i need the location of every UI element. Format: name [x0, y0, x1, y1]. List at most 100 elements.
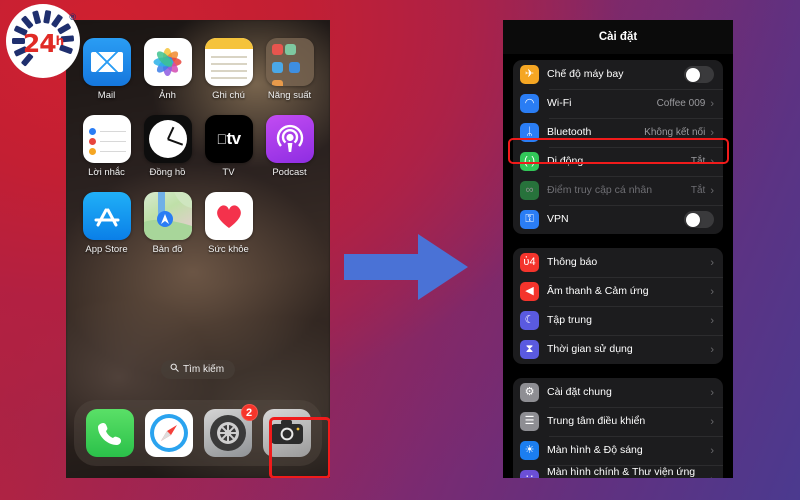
settings-group: ⚙ Cài đặt chung › ☰ Trung tâm điều khiển › ☀ Mà…	[513, 378, 723, 478]
settings-row-vpn[interactable]: ⚿ VPN	[513, 205, 723, 234]
settings-row-label: Trung tâm điều khiển	[547, 414, 646, 427]
chevron-right-icon: ›	[710, 285, 714, 298]
settings-row-label: Cài đặt chung	[547, 385, 612, 398]
dock-item-phone[interactable]	[85, 409, 134, 457]
app-health[interactable]: Sức khỏe	[198, 192, 259, 255]
app-maps[interactable]: Bản đồ	[137, 192, 198, 255]
notes-icon	[204, 38, 253, 86]
logo-text: 24h	[22, 29, 64, 58]
airplane-icon: ✈	[520, 65, 539, 84]
logo-tick	[43, 9, 52, 24]
appstore-icon	[82, 192, 131, 240]
settings-row-label: Thông báo	[547, 255, 598, 268]
home-screen-icon: ∷	[520, 470, 539, 478]
chevron-right-icon: ›	[710, 343, 714, 356]
settings-row-hourglass[interactable]: ⧗ Thời gian sử dụng ›	[513, 335, 723, 364]
settings-row-wifi[interactable]: ◠ Wi-Fi Coffee 009 ›	[513, 89, 723, 118]
gear-icon: ⚙	[520, 383, 539, 402]
chevron-right-icon: ›	[710, 256, 714, 269]
chevron-right-icon: ›	[710, 444, 714, 457]
settings-app-screen: Cài đặt ✈ Chế độ máy bay ◠ Wi-Fi Coffee 009 ›…	[503, 20, 733, 478]
settings-row-label: Thời gian sử dụng	[547, 342, 633, 355]
chevron-right-icon: ›	[710, 474, 714, 479]
chevron-right-icon: ›	[710, 415, 714, 428]
iphone-home-screen: Mail Ảnh Ghi chú Năng suất Lời nhắc Đồng…	[66, 20, 330, 478]
settings-row-label: Chế độ máy bay	[547, 67, 624, 80]
maps-icon	[143, 192, 192, 240]
settings-group: ὑ4 Thông báo › ◀ Âm thanh & Cảm ứng › ☾ Tập tru…	[513, 248, 723, 364]
settings-row-brightness[interactable]: ☀ Màn hình & Độ sáng ›	[513, 436, 723, 465]
app-label: Ghi chú	[212, 90, 245, 101]
settings-row-home-screen[interactable]: ∷ Màn hình chính & Thư viện ứng dụng ›	[513, 465, 723, 478]
settings-row-airplane[interactable]: ✈ Chế độ máy bay	[513, 60, 723, 89]
dock-item-safari[interactable]	[144, 409, 193, 457]
app-label: Lời nhắc	[88, 167, 125, 178]
page-title: Cài đặt	[598, 31, 638, 43]
app-reminders[interactable]: Lời nhắc	[76, 115, 137, 178]
wifi-icon: ◠	[520, 94, 539, 113]
vpn-icon: ⚿	[520, 210, 539, 229]
hourglass-icon: ⧗	[520, 340, 539, 359]
registered-mark: ®	[69, 12, 76, 22]
settings-row-moon[interactable]: ☾ Tập trung ›	[513, 306, 723, 335]
cellular-row-highlight-box	[508, 138, 729, 164]
chevron-right-icon: ›	[710, 314, 714, 327]
speaker-icon: ◀	[520, 282, 539, 301]
settings-row-hotspot[interactable]: ∞ Điểm truy cập cá nhân Tắt ›	[513, 176, 723, 205]
right-arrow-icon	[344, 232, 470, 307]
mail-icon	[82, 38, 131, 86]
app-label: Năng suất	[267, 90, 312, 101]
app-podcast[interactable]: Podcast	[259, 115, 320, 178]
bell-icon: ὑ4	[520, 253, 539, 272]
app-notes[interactable]: Ghi chú	[198, 38, 259, 101]
settings-row-label: Âm thanh & Cảm ứng	[547, 284, 649, 297]
photos-icon	[143, 38, 192, 86]
settings-row-label: Màn hình & Độ sáng	[547, 443, 643, 456]
app-label: Ảnh	[159, 90, 176, 101]
chevron-right-icon: ›	[710, 386, 714, 399]
settings-row-label: Tập trung	[547, 313, 592, 326]
chevron-right-icon: ›	[710, 126, 714, 139]
app-label: Đồng hồ	[149, 167, 186, 178]
settings-row-label: VPN	[547, 212, 569, 225]
screenshot-root: 24h ® Mail Ảnh Ghi chú Năng suất Lời nhắ…	[0, 0, 800, 500]
dock-item-settings[interactable]: 2	[203, 404, 258, 457]
settings-row-speaker[interactable]: ◀ Âm thanh & Cảm ứng ›	[513, 277, 723, 306]
settings-app-highlight-box	[269, 417, 330, 478]
app-label: App Store	[85, 244, 128, 255]
settings-row-value: Tắt	[690, 185, 706, 196]
app-mail[interactable]: Mail	[76, 38, 137, 101]
settings-row-label: Wi-Fi	[547, 96, 572, 109]
search-pill[interactable]: Tìm kiếm	[160, 360, 236, 379]
app-tv[interactable]: tv TV	[198, 115, 259, 178]
settings-row-label: Màn hình chính & Thư viện ứng dụng	[547, 466, 696, 478]
hotspot-icon: ∞	[520, 181, 539, 200]
notification-badge: 2	[240, 404, 258, 421]
settings-row-value: Coffee 009	[656, 98, 706, 109]
app-label: TV	[222, 167, 235, 178]
search-label: Tìm kiếm	[182, 363, 225, 375]
app-folder-productivity[interactable]: Năng suất	[259, 38, 320, 101]
settings-row-gear[interactable]: ⚙ Cài đặt chung ›	[513, 378, 723, 407]
app-appstore[interactable]: App Store	[76, 192, 137, 255]
settings-row-control-center[interactable]: ☰ Trung tâm điều khiển ›	[513, 407, 723, 436]
app-photos[interactable]: Ảnh	[137, 38, 198, 101]
clock-icon	[143, 115, 192, 163]
settings-row-toggle[interactable]	[684, 66, 714, 83]
logo-tick	[20, 15, 34, 30]
settings-row-label: Điểm truy cập cá nhân	[547, 183, 653, 196]
app-slot-empty	[259, 192, 320, 255]
tv-icon: tv	[204, 115, 253, 163]
settings-row-toggle[interactable]	[684, 211, 714, 228]
chevron-right-icon: ›	[710, 184, 714, 197]
logo-tick	[32, 10, 42, 25]
app-label: Sức khỏe	[208, 244, 249, 255]
watermark-logo-24h: 24h ®	[6, 4, 80, 78]
health-icon	[204, 192, 253, 240]
app-clock[interactable]: Đồng hồ	[137, 115, 198, 178]
app-label: Bản đồ	[152, 244, 183, 255]
podcast-icon	[265, 115, 314, 163]
chevron-right-icon: ›	[710, 97, 714, 110]
settings-row-value: Không kết nối	[644, 127, 706, 138]
settings-row-bell[interactable]: ὑ4 Thông báo ›	[513, 248, 723, 277]
